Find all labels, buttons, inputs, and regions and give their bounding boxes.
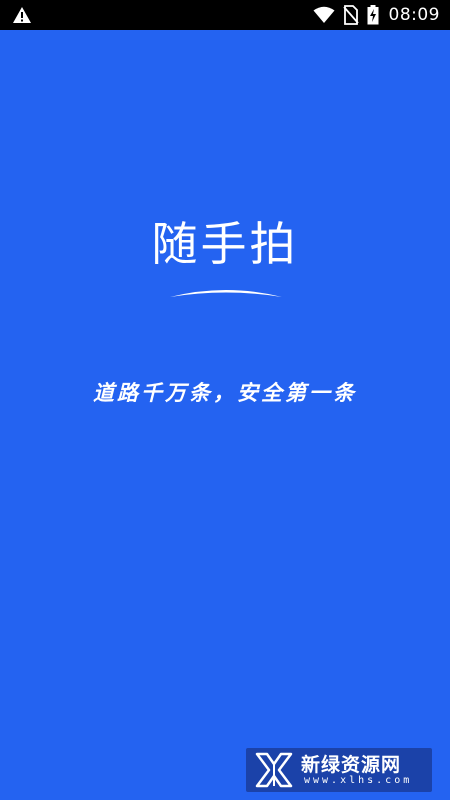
status-time: 08:09 (388, 5, 440, 25)
slogan-text: 道路千万条，安全第一条 (93, 380, 357, 405)
status-bar: 08:09 (0, 0, 450, 30)
wifi-icon (313, 6, 334, 23)
no-sim-icon (342, 5, 359, 25)
title-underline-arc (170, 290, 282, 297)
xl-logo-icon (255, 752, 293, 788)
status-icons: 08:09 (313, 0, 441, 30)
app-title: 随手拍 (151, 217, 299, 271)
watermark-name: 新绿资源网 (301, 754, 402, 776)
watermark-badge: 新绿资源网 www.xlhs.com (246, 748, 432, 792)
splash-screen: 08:09 随手拍 道路千万条，安全第一条 新绿资源网 www.xlhs.com (0, 0, 450, 800)
battery-charging-icon (367, 5, 378, 25)
watermark-url: www.xlhs.com (304, 775, 413, 786)
warning-icon (13, 7, 31, 23)
